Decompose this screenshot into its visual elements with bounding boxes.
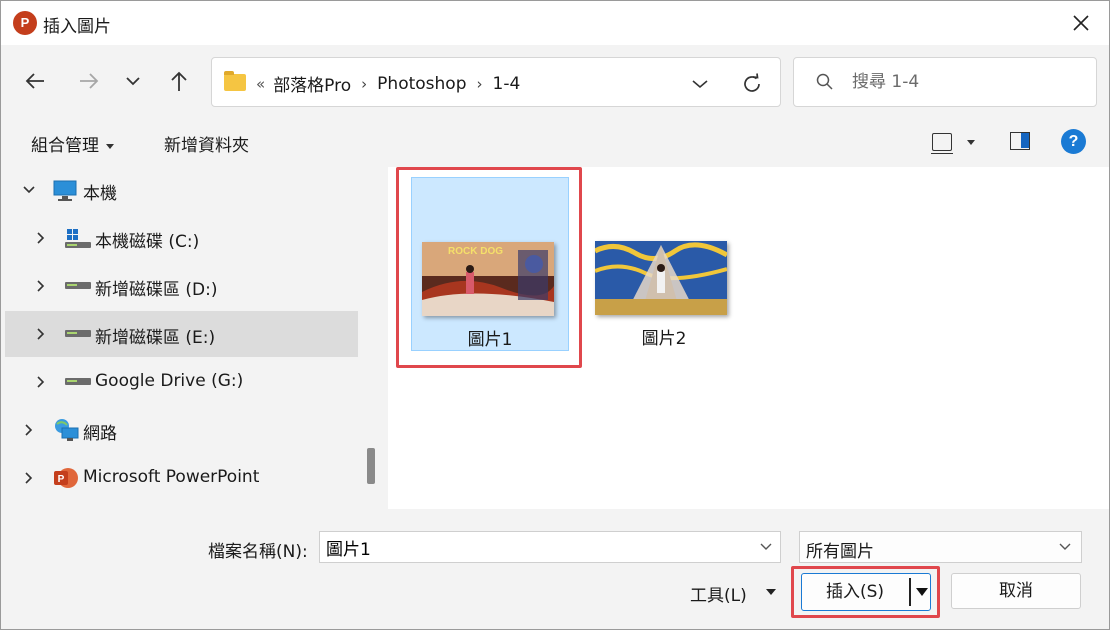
svg-text:P: P [58,474,65,485]
filename-combobox [319,531,781,563]
search-input[interactable] [852,70,1082,94]
tree-item-this-pc[interactable]: 本機 [5,167,358,213]
refresh-icon [744,73,760,92]
navigation-bar: « 部落格Pro › Photoshop › 1-4 [1,45,1109,119]
split-divider [909,578,911,606]
chevron-right-icon[interactable] [33,326,49,342]
drive-icon [65,330,91,337]
address-bar[interactable]: « 部落格Pro › Photoshop › 1-4 [211,57,781,107]
chevron-right-icon[interactable] [33,374,49,390]
organize-menu[interactable]: 組合管理 [31,131,114,156]
arrow-right-icon [80,73,99,89]
tools-menu[interactable]: 工具(L) [690,581,747,606]
chevron-down-icon [692,80,708,89]
chevron-down-icon[interactable] [21,182,37,198]
tree-item-powerpoint[interactable]: P Microsoft PowerPoint [5,455,358,501]
breadcrumb-item[interactable]: Photoshop [377,74,466,94]
computer-icon [53,180,77,201]
tree-item-drive-d[interactable]: 新增磁碟區 (D:) [5,263,358,309]
navigation-pane: 本機 本機磁碟 (C:) 新增磁碟區 (D:) 新增磁碟區 (E:) Googl… [1,167,378,509]
address-dropdown-button[interactable] [688,72,712,96]
file-name: 圖片1 [467,330,513,350]
refresh-button[interactable] [738,70,766,98]
breadcrumb: « 部落格Pro › Photoshop › 1-4 [256,71,521,97]
close-button[interactable] [1061,5,1101,41]
drive-icon [65,378,91,385]
tree-label: Microsoft PowerPoint [83,467,260,487]
powerpoint-logo-icon: P [13,11,37,35]
breadcrumb-item[interactable]: 部落格Pro [273,71,351,96]
breadcrumb-overflow[interactable]: « [256,75,265,93]
close-icon [1073,15,1089,31]
caret-down-icon[interactable] [967,140,975,145]
chevron-right-icon[interactable] [33,278,49,294]
preview-pane-icon[interactable] [1010,132,1030,150]
tree-label: Google Drive (G:) [95,371,244,391]
image-thumbnail [595,241,727,315]
filename-label: 檔案名稱(N): [208,542,308,562]
back-button[interactable] [19,65,51,97]
window-title: 插入圖片 [43,17,111,37]
chevron-right-icon[interactable] [21,470,37,486]
insert-dropdown-button[interactable] [912,574,931,610]
chevron-right-icon: › [361,74,368,93]
insert-split-button: 插入(S) [801,573,931,611]
tree-item-network[interactable]: 網路 [5,407,358,453]
thumbnail-text: ROCK DOG [448,246,503,257]
arrow-up-icon [171,71,187,91]
dialog-footer: 檔案名稱(N): 所有圖片 工具(L) 插入(S) 取消 [1,509,1109,629]
chevron-down-icon [1059,543,1071,550]
cancel-button[interactable]: 取消 [951,573,1081,609]
network-icon [55,419,79,441]
photo-starry-night-image [595,241,727,315]
caret-down-icon[interactable] [766,589,776,595]
up-button[interactable] [163,65,195,97]
file-item-picture2[interactable]: 圖片2 [585,177,743,351]
photo-rockdog-image: ROCK DOG [422,242,554,316]
forward-button[interactable] [73,65,105,97]
tree-label: 本機 [83,184,117,204]
file-item-picture1[interactable]: ROCK DOG 圖片1 [411,177,569,351]
arrow-left-icon [25,73,44,89]
recent-locations-button[interactable] [117,65,149,97]
tree-item-drive-e[interactable]: 新增磁碟區 (E:) [5,311,358,357]
organize-label: 組合管理 [31,136,99,156]
chevron-right-icon[interactable] [21,422,37,438]
chevron-down-icon[interactable] [758,538,774,554]
help-icon[interactable]: ? [1061,129,1086,154]
insert-picture-dialog: P 插入圖片 « 部落格Pro › Photoshop › 1-4 搜尋 1-4… [0,0,1110,630]
chevron-down-icon [126,77,140,86]
new-folder-button[interactable]: 新增資料夾 [164,131,249,156]
windows-drive-icon [65,229,91,248]
tree-label: 新增磁碟區 (D:) [95,280,218,300]
view-options-icon[interactable] [931,133,953,154]
filetype-select[interactable]: 所有圖片 [799,531,1082,563]
chevron-right-icon[interactable] [33,230,49,246]
chevron-right-icon: › [476,74,483,93]
filetype-value: 所有圖片 [806,542,874,562]
search-box [793,57,1097,107]
drive-icon [65,282,91,289]
powerpoint-icon: P [54,468,78,488]
command-bar: 組合管理 新增資料夾 ? [1,119,1109,167]
file-name: 圖片2 [641,329,687,349]
file-list: ROCK DOG 圖片1 圖片2 [388,167,1109,509]
tree-item-drive-g[interactable]: Google Drive (G:) [5,359,358,405]
caret-down-icon [915,588,928,596]
search-icon [816,73,833,90]
tree-label: 網路 [83,424,117,444]
image-thumbnail: ROCK DOG [422,242,554,316]
tree-label: 新增磁碟區 (E:) [95,328,216,348]
scrollbar-thumb[interactable] [367,448,375,484]
folder-icon [224,71,246,91]
insert-button[interactable]: 插入(S) [802,574,908,610]
caret-down-icon [106,143,114,149]
tree-label: 本機磁碟 (C:) [95,232,200,252]
title-bar: P 插入圖片 [1,1,1109,45]
tree-item-drive-c[interactable]: 本機磁碟 (C:) [5,215,358,261]
filename-input[interactable] [326,536,746,558]
pane-splitter[interactable] [378,167,388,509]
breadcrumb-item[interactable]: 1-4 [493,74,521,94]
